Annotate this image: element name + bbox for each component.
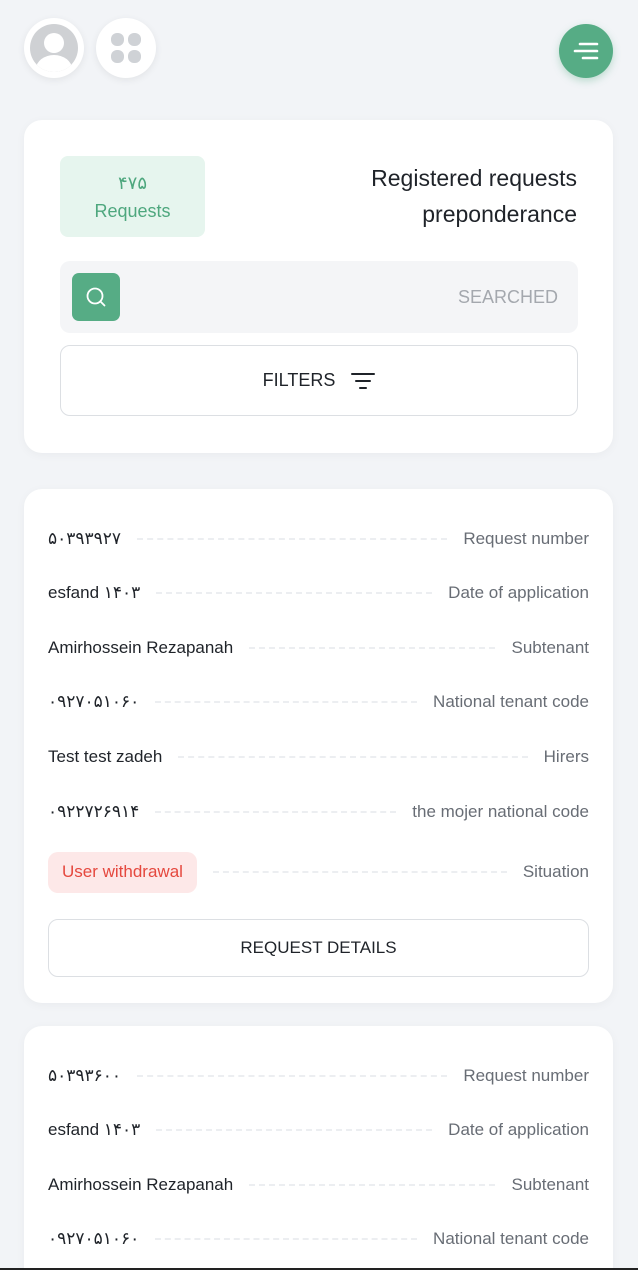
subtenant-row: Amirhossein Rezapanah Subtenant xyxy=(48,628,589,668)
dotted-divider xyxy=(156,592,433,594)
search-icon xyxy=(86,287,106,307)
apps-grid-icon xyxy=(111,33,141,63)
application-date-value: esfand ۱۴۰۳ xyxy=(48,1120,141,1139)
filters-label: FILTERS xyxy=(262,370,336,390)
mojer-national-code-label: the mojer national code xyxy=(412,802,589,821)
page-title: Registered requests preponderance xyxy=(371,165,577,227)
dotted-divider xyxy=(137,1075,448,1077)
dotted-divider xyxy=(249,647,496,649)
mojer-national-code-row: ۰۹۲۲۷۲۶۹۱۴ the mojer national code xyxy=(48,792,589,832)
hirers-row: Test test zadeh Hirers xyxy=(48,737,589,777)
request-card: ۵۰۳۹۳۹۲۷ Request number esfand ۱۴۰۳ Date… xyxy=(24,489,613,1003)
request-details-button[interactable]: REQUEST DETAILS xyxy=(48,919,589,977)
application-date-value: esfand ۱۴۰۳ xyxy=(48,583,141,602)
dotted-divider xyxy=(155,811,397,813)
application-date-row: esfand ۱۴۰۳ Date of application xyxy=(48,1110,589,1150)
dotted-divider xyxy=(137,538,448,540)
application-date-label: Date of application xyxy=(448,1120,589,1139)
dotted-divider xyxy=(155,701,418,703)
request-card: ۵۰۳۹۳۶۰۰ Request number esfand ۱۴۰۳ Date… xyxy=(24,1026,613,1270)
dotted-divider xyxy=(156,1129,433,1131)
requests-count-badge: ۴۷۵ Requests xyxy=(60,156,205,237)
request-number-label: Request number xyxy=(463,1066,589,1085)
search-box xyxy=(60,261,578,333)
national-tenant-code-label: National tenant code xyxy=(433,1229,589,1248)
mojer-national-code-value: ۰۹۲۲۷۲۶۹۱۴ xyxy=(48,802,140,821)
dotted-divider xyxy=(155,1238,418,1240)
hirers-value: Test test zadeh xyxy=(48,747,163,766)
situation-row: User withdrawal Situation xyxy=(48,851,589,893)
dotted-divider xyxy=(178,756,528,758)
requests-count: ۴۷۵ xyxy=(117,172,147,193)
filter-icon xyxy=(351,372,376,389)
national-tenant-code-row: ۰۹۲۷۰۵۱۰۶۰ National tenant code xyxy=(48,682,589,722)
summary-card: ۴۷۵ Requests Registered requests prepond… xyxy=(24,120,613,453)
situation-label: Situation xyxy=(522,862,589,881)
hirers-label: Hirers xyxy=(543,747,589,766)
top-bar xyxy=(0,0,638,100)
subtenant-value: Amirhossein Rezapanah xyxy=(48,638,234,657)
filters-button[interactable]: FILTERS xyxy=(60,345,578,416)
application-date-row: esfand ۱۴۰۳ Date of application xyxy=(48,573,589,613)
requests-count-unit: Requests xyxy=(94,200,171,221)
page: ۴۷۵ Requests Registered requests prepond… xyxy=(0,0,638,1270)
search-button[interactable] xyxy=(72,273,120,321)
subtenant-row: Amirhossein Rezapanah Subtenant xyxy=(48,1165,589,1205)
subtenant-label: Subtenant xyxy=(511,638,589,657)
menu-lines-icon xyxy=(573,42,599,60)
subtenant-value: Amirhossein Rezapanah xyxy=(48,1175,234,1194)
menu-button[interactable] xyxy=(559,24,613,78)
subtenant-label: Subtenant xyxy=(511,1175,589,1194)
national-tenant-code-value: ۰۹۲۷۰۵۱۰۶۰ xyxy=(48,692,140,711)
search-input[interactable] xyxy=(132,261,558,333)
request-number-value: ۵۰۳۹۳۶۰۰ xyxy=(48,1066,122,1085)
status-badge: User withdrawal xyxy=(48,851,197,893)
request-number-row: ۵۰۳۹۳۶۰۰ Request number xyxy=(48,1056,589,1096)
national-tenant-code-label: National tenant code xyxy=(433,692,589,711)
apps-button[interactable] xyxy=(96,18,156,78)
dotted-divider xyxy=(249,1184,496,1186)
user-avatar-icon xyxy=(30,24,78,72)
request-number-value: ۵۰۳۹۳۹۲۷ xyxy=(48,529,122,548)
avatar-button[interactable] xyxy=(24,18,84,78)
request-number-label: Request number xyxy=(463,529,589,548)
request-number-row: ۵۰۳۹۳۹۲۷ Request number xyxy=(48,519,589,559)
application-date-label: Date of application xyxy=(448,583,589,602)
national-tenant-code-value: ۰۹۲۷۰۵۱۰۶۰ xyxy=(48,1229,140,1248)
national-tenant-code-row: ۰۹۲۷۰۵۱۰۶۰ National tenant code xyxy=(48,1219,589,1259)
dotted-divider xyxy=(212,871,507,873)
